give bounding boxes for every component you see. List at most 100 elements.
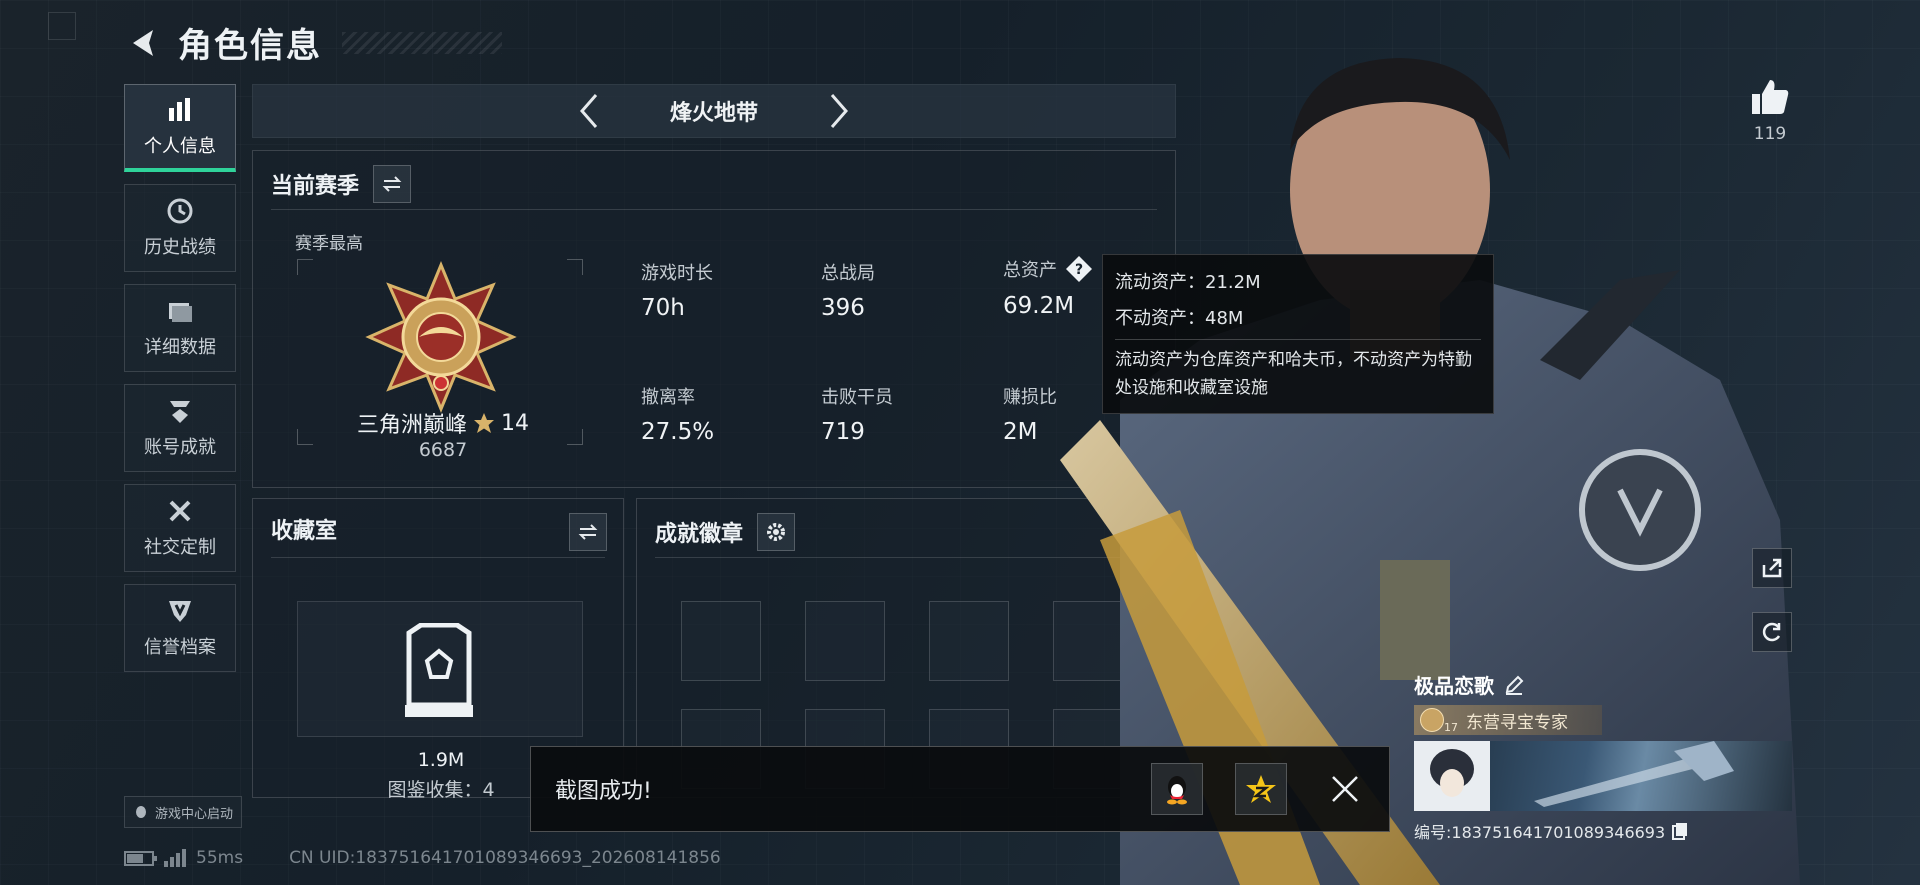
badge-slot[interactable] xyxy=(929,601,1009,681)
close-icon xyxy=(1332,776,1358,802)
launch-label: 游戏中心启动 xyxy=(155,806,234,822)
uid-text: CN UID:183751641701089346693_20260814185… xyxy=(289,848,721,868)
chevron-right-icon xyxy=(830,94,848,128)
battery-icon xyxy=(124,850,157,866)
stat-label: 总战局 xyxy=(821,263,875,284)
stat-value: 27.5% xyxy=(641,419,715,445)
sidebar-item-achievements[interactable]: 账号成就 xyxy=(124,384,236,472)
back-button[interactable] xyxy=(124,23,164,63)
divider xyxy=(655,557,1157,558)
latency-text: 55ms xyxy=(196,848,244,868)
swap-icon xyxy=(382,176,402,192)
svg-text:?: ? xyxy=(1075,262,1083,278)
page-header: 角色信息 xyxy=(124,18,502,67)
season-subtitle: 赛季最高 xyxy=(295,234,363,254)
player-title-badge: 17 东营寻宝专家 xyxy=(1414,705,1602,735)
sidebar-item-label: 个人信息 xyxy=(144,135,216,157)
switch-collection-button[interactable] xyxy=(569,513,607,551)
stat-total-assets: 总资产 ? 69.2M xyxy=(1003,255,1093,319)
battery-level xyxy=(127,853,143,863)
tooltip-description: 流动资产为仓库资产和哈夫币，不动资产为特勤处设施和收藏室设施 xyxy=(1115,350,1472,398)
tools-icon xyxy=(166,497,194,525)
like-button[interactable]: 119 xyxy=(1740,78,1800,144)
badge-slot[interactable] xyxy=(805,601,885,681)
stat-label: 撤离率 xyxy=(641,387,695,408)
badge-level: 17 xyxy=(1444,720,1458,734)
refresh-icon xyxy=(1762,622,1781,642)
divider xyxy=(1115,339,1481,340)
stat-label-row: 总资产 ? xyxy=(1003,255,1093,283)
chevron-left-icon xyxy=(580,94,598,128)
sidebar-item-label: 信誉档案 xyxy=(144,637,216,658)
like-count: 119 xyxy=(1753,124,1787,144)
sidebar-item-detail-data[interactable]: 详细数据 xyxy=(124,284,236,372)
swap-icon xyxy=(578,524,598,540)
player-title: 东营寻宝专家 xyxy=(1466,712,1568,733)
switch-season-button[interactable] xyxy=(373,165,412,203)
qq-penguin-icon xyxy=(1167,776,1187,805)
display-case-icon xyxy=(405,623,473,717)
achievement-settings-button[interactable] xyxy=(757,513,796,551)
stat-label: 总资产 xyxy=(1003,260,1057,281)
shield-icon xyxy=(166,597,194,625)
stat-value: 719 xyxy=(821,419,865,445)
badge-slot[interactable] xyxy=(1053,601,1133,681)
game-center-launch-badge[interactable]: 游戏中心启动 xyxy=(124,796,243,828)
rank-name: 三角洲巅峰 xyxy=(356,413,467,438)
sidebar-item-personal-info[interactable]: 个人信息 xyxy=(124,84,236,172)
qzone-star-icon xyxy=(1246,775,1276,803)
divider xyxy=(271,209,1157,210)
rank-medal-icon xyxy=(365,261,517,413)
rank-score: 6687 xyxy=(418,439,468,461)
stat-value: 69.2M xyxy=(1003,293,1075,319)
page-title: 角色信息 xyxy=(178,26,322,66)
share-icon xyxy=(1762,558,1782,578)
close-toast-button[interactable] xyxy=(1319,763,1371,815)
title-emblem-icon xyxy=(1420,708,1444,732)
achievements-header: 成就徽章 xyxy=(655,513,796,551)
gear-icon xyxy=(767,523,786,541)
player-id: 编号:1837516417010893466​93 xyxy=(1414,823,1666,842)
stat-value: 2M xyxy=(1003,419,1038,445)
signal-icon xyxy=(164,849,186,867)
star-icon xyxy=(474,413,494,433)
corner-decoration xyxy=(48,12,76,40)
status-bar: 55ms CN UID:183751641701089346693_202608… xyxy=(124,848,721,868)
back-arrow-icon xyxy=(133,29,153,56)
rank-name-row: 三角洲巅峰 14 xyxy=(295,407,591,439)
sidebar-item-label: 历史战绩 xyxy=(144,237,216,258)
title-decoration xyxy=(342,31,502,54)
tooltip-liquid-assets: 流动资产：21.2M xyxy=(1115,272,1261,293)
mode-title: 烽火地带 xyxy=(669,101,758,126)
toast-message: 截图成功! xyxy=(555,779,652,804)
folder-icon xyxy=(166,297,194,325)
player-banner[interactable] xyxy=(1414,741,1792,811)
edit-icon[interactable] xyxy=(1504,675,1524,695)
thumbs-up-icon xyxy=(1752,80,1789,114)
sidebar-item-label: 详细数据 xyxy=(144,337,216,358)
sidebar-item-reputation[interactable]: 信誉档案 xyxy=(124,584,236,672)
share-qq-button[interactable] xyxy=(1151,763,1203,815)
mode-selector: 烽火地带 xyxy=(252,84,1176,138)
season-header: 当前赛季 xyxy=(271,165,412,203)
next-mode-button[interactable] xyxy=(809,84,869,138)
stat-profit-ratio: 赚损比 2M xyxy=(1003,383,1057,445)
assets-help-button[interactable]: ? xyxy=(1065,255,1093,283)
stat-kills: 击败干员 719 xyxy=(821,383,893,445)
season-panel: 当前赛季 赛季最高 三角洲巅峰 14 6687 游戏时长 70h 总战局 396… xyxy=(252,150,1176,488)
sidebar-item-social[interactable]: 社交定制 xyxy=(124,484,236,572)
sidebar-item-label: 账号成就 xyxy=(144,437,216,458)
sidebar-item-label: 社交定制 xyxy=(144,537,216,558)
share-button[interactable] xyxy=(1752,548,1792,588)
copy-icon[interactable] xyxy=(1671,822,1689,840)
share-qzone-button[interactable] xyxy=(1235,763,1287,815)
stat-total-matches: 总战局 396 xyxy=(821,259,875,321)
stat-value: 396 xyxy=(821,295,865,321)
achievement-icon xyxy=(166,397,194,425)
sidebar-item-history[interactable]: 历史战绩 xyxy=(124,184,236,272)
refresh-button[interactable] xyxy=(1752,612,1792,652)
stat-label: 赚损比 xyxy=(1003,387,1057,408)
player-name: 极品恋歌 xyxy=(1414,674,1494,698)
prev-mode-button[interactable] xyxy=(559,84,619,138)
badge-slot[interactable] xyxy=(681,601,761,681)
